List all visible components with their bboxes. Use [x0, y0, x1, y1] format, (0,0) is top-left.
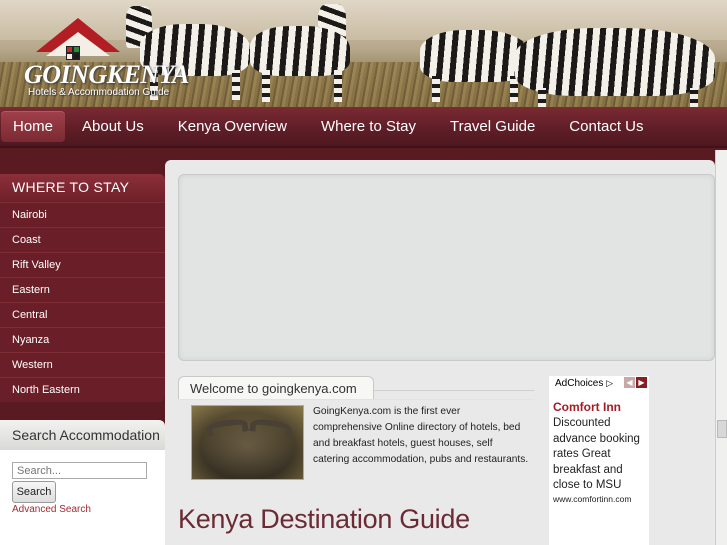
main-nav: Home About Us Kenya Overview Where to St…	[0, 107, 727, 148]
nav-item-contact-us[interactable]: Contact Us	[552, 107, 660, 146]
search-button[interactable]: Search	[12, 481, 56, 503]
nav-link-about-us[interactable]: About Us	[65, 118, 161, 135]
region-link-north-eastern[interactable]: North Eastern	[0, 377, 165, 402]
nav-link-contact-us[interactable]: Contact Us	[552, 118, 660, 135]
nav-item-kenya-overview[interactable]: Kenya Overview	[161, 107, 304, 146]
nav-item-where-to-stay[interactable]: Where to Stay	[304, 107, 433, 146]
advertisement[interactable]: AdChoices ▷ ◀ ▶ Comfort Inn Discounted a…	[549, 376, 649, 545]
page-scrollbar[interactable]	[715, 150, 727, 545]
zebra-image	[538, 88, 546, 107]
search-accommodation-heading: Search Accommodation	[0, 420, 165, 450]
welcome-heading: Welcome to goingkenya.com	[178, 376, 374, 400]
adchoices-link[interactable]: AdChoices ▷	[555, 378, 613, 389]
sidebar: WHERE TO STAY Nairobi Coast Rift Valley …	[0, 150, 165, 545]
buffalo-image	[191, 405, 304, 480]
zebra-image	[232, 70, 240, 100]
nav-link-home[interactable]: Home	[1, 111, 66, 142]
region-link-western[interactable]: Western	[0, 352, 165, 377]
nav-link-travel-guide[interactable]: Travel Guide	[433, 118, 552, 135]
ad-body-text: Discounted advance booking rates Great b…	[553, 417, 640, 491]
ad-next-arrow-icon[interactable]: ▶	[636, 377, 647, 388]
window-icon	[66, 46, 80, 60]
scrollbar-thumb[interactable]	[717, 420, 727, 438]
ad-url-link[interactable]: www.comfortinn.com	[553, 494, 631, 504]
site-logo[interactable]: GOINGKENYA Hotels & Accommodation Guide	[24, 14, 194, 102]
region-link-coast[interactable]: Coast	[0, 227, 165, 252]
region-list: Nairobi Coast Rift Valley Eastern Centra…	[0, 202, 165, 402]
zebra-image	[262, 70, 270, 102]
adchoices-icon: ▷	[606, 378, 614, 388]
nav-link-kenya-overview[interactable]: Kenya Overview	[161, 118, 304, 135]
where-to-stay-heading: WHERE TO STAY	[0, 174, 165, 202]
nav-item-home[interactable]: Home	[0, 107, 66, 146]
nav-item-travel-guide[interactable]: Travel Guide	[433, 107, 552, 146]
zebra-image	[432, 76, 440, 102]
zebra-image	[250, 26, 350, 76]
nav-link-where-to-stay[interactable]: Where to Stay	[304, 118, 433, 135]
region-link-central[interactable]: Central	[0, 302, 165, 327]
zebra-image	[515, 28, 715, 96]
ad-title-link[interactable]: Comfort Inn	[553, 400, 621, 414]
divider	[374, 390, 534, 391]
intro-paragraph: GoingKenya.com is the first ever compreh…	[313, 406, 529, 465]
region-link-rift-valley[interactable]: Rift Valley	[0, 252, 165, 277]
search-panel: Search Advanced Search	[0, 450, 165, 545]
adchoices-label: AdChoices	[555, 378, 604, 389]
slideshow-panel	[178, 174, 715, 361]
zebra-image	[690, 88, 698, 107]
region-link-nairobi[interactable]: Nairobi	[0, 202, 165, 227]
zebra-image	[334, 70, 342, 102]
nav-item-about-us[interactable]: About Us	[65, 107, 161, 146]
advanced-search-link[interactable]: Advanced Search	[12, 504, 91, 515]
region-link-nyanza[interactable]: Nyanza	[0, 327, 165, 352]
divider	[178, 399, 534, 400]
logo-tagline: Hotels & Accommodation Guide	[28, 87, 170, 98]
header-banner: GOINGKENYA Hotels & Accommodation Guide	[0, 0, 727, 107]
zebra-image	[420, 30, 530, 82]
logo-wordmark: GOINGKENYA	[24, 60, 189, 89]
buffalo-image-background	[192, 406, 303, 479]
search-input[interactable]	[12, 462, 147, 479]
region-link-eastern[interactable]: Eastern	[0, 277, 165, 302]
destination-guide-heading: Kenya Destination Guide	[178, 504, 470, 534]
ad-prev-arrow-icon[interactable]: ◀	[624, 377, 635, 388]
